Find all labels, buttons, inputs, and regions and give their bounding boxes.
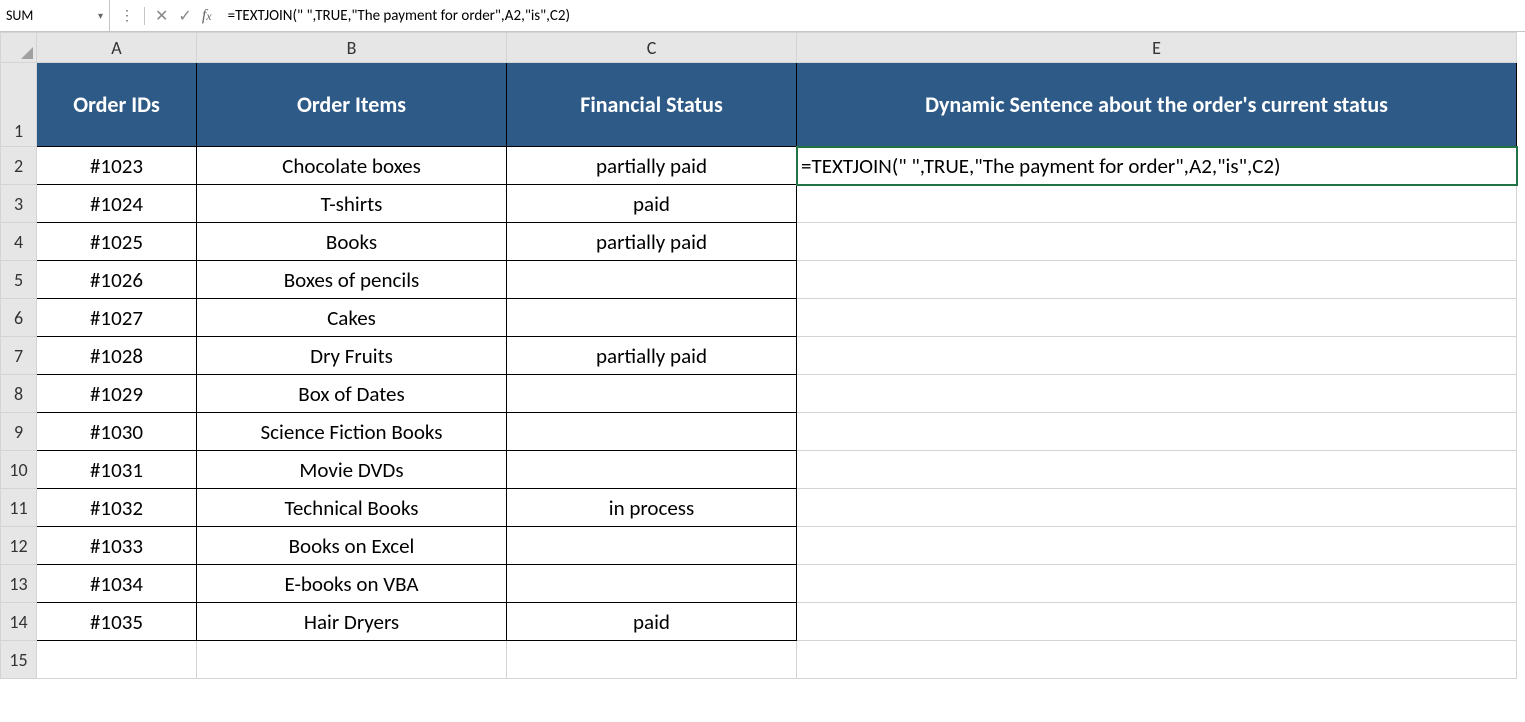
cell-e1[interactable]: Dynamic Sentence about the order's curre…	[797, 63, 1517, 147]
cell[interactable]	[507, 299, 797, 337]
column-header-a[interactable]: A	[37, 33, 197, 63]
cell[interactable]: partially paid	[507, 147, 797, 185]
cell[interactable]	[797, 451, 1517, 489]
expand-icon[interactable]: ⋮	[120, 7, 134, 24]
cell[interactable]	[507, 261, 797, 299]
row-header[interactable]: 10	[1, 451, 37, 489]
cell-editing[interactable]: =TEXTJOIN(" ",TRUE,"The payment for orde…	[797, 147, 1517, 185]
column-header-c[interactable]: C	[507, 33, 797, 63]
row-header[interactable]: 9	[1, 413, 37, 451]
cell-c1[interactable]: Financial Status	[507, 63, 797, 147]
enter-icon[interactable]: ✓	[178, 6, 191, 26]
row-header[interactable]: 3	[1, 185, 37, 223]
cell[interactable]: in process	[507, 489, 797, 527]
cell[interactable]: #1030	[37, 413, 197, 451]
cell[interactable]	[797, 337, 1517, 375]
row-header[interactable]: 7	[1, 337, 37, 375]
cell[interactable]	[797, 603, 1517, 641]
cell[interactable]: Cakes	[197, 299, 507, 337]
formula-bar: ▾ ⋮ ✕ ✓ fx	[0, 0, 1525, 32]
cell[interactable]: #1034	[37, 565, 197, 603]
cell-b1[interactable]: Order Items	[197, 63, 507, 147]
cell[interactable]	[507, 451, 797, 489]
cell[interactable]: #1032	[37, 489, 197, 527]
name-box-input[interactable]	[6, 7, 66, 24]
cell[interactable]: paid	[507, 185, 797, 223]
row-header[interactable]: 11	[1, 489, 37, 527]
cell[interactable]: #1026	[37, 261, 197, 299]
cell[interactable]	[197, 641, 507, 679]
select-all-corner[interactable]	[1, 33, 37, 63]
cell[interactable]: #1023	[37, 147, 197, 185]
cell[interactable]: Books on Excel	[197, 527, 507, 565]
cell[interactable]	[797, 375, 1517, 413]
cell[interactable]	[797, 527, 1517, 565]
row-header[interactable]: 4	[1, 223, 37, 261]
cell[interactable]: paid	[507, 603, 797, 641]
cell[interactable]: #1031	[37, 451, 197, 489]
spreadsheet-grid: A B C E 1 Order IDs Order Items Financia…	[0, 32, 1525, 679]
cell[interactable]: Dry Fruits	[197, 337, 507, 375]
cell[interactable]	[507, 375, 797, 413]
row-header[interactable]: 15	[1, 641, 37, 679]
cell[interactable]: partially paid	[507, 337, 797, 375]
cell[interactable]: #1024	[37, 185, 197, 223]
cell[interactable]	[507, 565, 797, 603]
cell[interactable]	[797, 223, 1517, 261]
divider	[144, 7, 145, 25]
cell[interactable]: Boxes of pencils	[197, 261, 507, 299]
column-header-b[interactable]: B	[197, 33, 507, 63]
cell[interactable]: T-shirts	[197, 185, 507, 223]
formula-input[interactable]	[222, 7, 1525, 25]
cell[interactable]: Chocolate boxes	[197, 147, 507, 185]
cell[interactable]	[507, 527, 797, 565]
cell[interactable]: partially paid	[507, 223, 797, 261]
cell[interactable]	[797, 565, 1517, 603]
cell[interactable]: #1029	[37, 375, 197, 413]
cell[interactable]: Books	[197, 223, 507, 261]
cell[interactable]	[507, 413, 797, 451]
cell[interactable]: #1027	[37, 299, 197, 337]
row-header[interactable]: 5	[1, 261, 37, 299]
fx-icon[interactable]: fx	[202, 7, 212, 25]
cell[interactable]: Science Fiction Books	[197, 413, 507, 451]
cell[interactable]	[37, 641, 197, 679]
cell[interactable]	[797, 489, 1517, 527]
name-box[interactable]: ▾	[0, 0, 110, 31]
row-header[interactable]: 12	[1, 527, 37, 565]
chevron-down-icon[interactable]: ▾	[98, 9, 103, 22]
cell[interactable]	[797, 641, 1517, 679]
cell[interactable]: Movie DVDs	[197, 451, 507, 489]
cell[interactable]	[797, 261, 1517, 299]
cell[interactable]: Box of Dates	[197, 375, 507, 413]
row-header[interactable]: 8	[1, 375, 37, 413]
cell[interactable]: #1028	[37, 337, 197, 375]
row-header[interactable]: 2	[1, 147, 37, 185]
cell[interactable]	[797, 185, 1517, 223]
cell[interactable]: Hair Dryers	[197, 603, 507, 641]
cell[interactable]: #1033	[37, 527, 197, 565]
cell[interactable]: E-books on VBA	[197, 565, 507, 603]
cell[interactable]	[507, 641, 797, 679]
row-header[interactable]: 14	[1, 603, 37, 641]
cancel-icon[interactable]: ✕	[155, 6, 168, 26]
cell[interactable]	[797, 413, 1517, 451]
row-header[interactable]: 13	[1, 565, 37, 603]
formula-bar-buttons: ⋮ ✕ ✓ fx	[110, 6, 222, 26]
cell[interactable]: #1025	[37, 223, 197, 261]
row-header[interactable]: 6	[1, 299, 37, 337]
cell[interactable]: Technical Books	[197, 489, 507, 527]
row-header-1[interactable]: 1	[1, 63, 37, 147]
column-header-e[interactable]: E	[797, 33, 1517, 63]
cell[interactable]	[797, 299, 1517, 337]
cell-a1[interactable]: Order IDs	[37, 63, 197, 147]
cell[interactable]: #1035	[37, 603, 197, 641]
